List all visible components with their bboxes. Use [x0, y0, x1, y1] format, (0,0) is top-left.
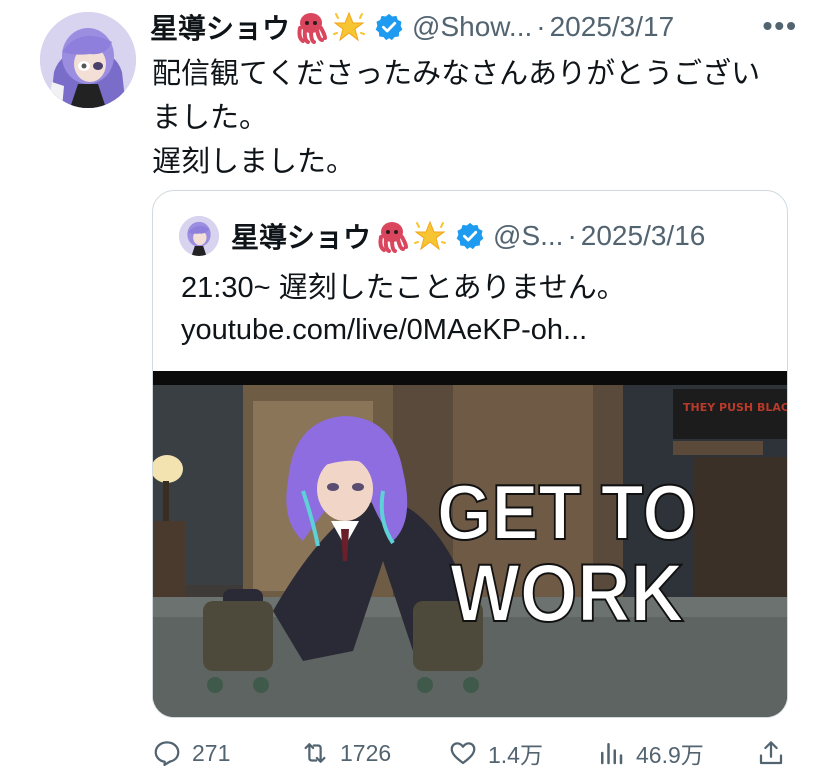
octopus-icon: [375, 219, 409, 253]
retweet-count: 1726: [340, 739, 392, 766]
like-button[interactable]: 1.4万: [448, 736, 543, 770]
quoted-tweet-card[interactable]: 星導ショウ @S... · 2025/3/16 21:30~ 遅刻したことありま…: [152, 190, 788, 718]
thumbnail-title-line-2: WORK: [450, 546, 684, 639]
view-count: 46.9万: [636, 742, 704, 768]
heart-icon: [450, 742, 476, 765]
tweet-header: 星導ショウ @Show... · 2025/3/17 •••: [150, 8, 798, 46]
author-name[interactable]: 星導ショウ: [150, 7, 290, 47]
reply-icon: [154, 741, 180, 766]
tweet-text-line: 配信観てくださったみなさんありがとうござい: [152, 58, 761, 90]
tweet-date[interactable]: 2025/3/17: [550, 11, 675, 43]
quoted-tweet-date: 2025/3/16: [580, 220, 706, 251]
poster-text: THEY PUSH BLACK: [683, 401, 788, 414]
tweet-text: 配信観てくださったみなさんありがとうござい ました。 遅刻しました。: [152, 52, 792, 184]
more-options-icon[interactable]: •••: [763, 10, 798, 42]
tweet-action-bar: 271 1726 1.4万 46.9万: [152, 730, 792, 776]
quoted-tweet-header: 星導ショウ @S... · 2025/3/16: [179, 215, 705, 257]
glowing-star-icon: [332, 10, 366, 44]
separator-dot: ·: [567, 220, 577, 251]
retweet-button[interactable]: 1726: [300, 738, 391, 768]
retweet-icon: [304, 743, 326, 763]
verified-badge-icon[interactable]: [374, 12, 404, 42]
views-button[interactable]: 46.9万: [596, 736, 704, 770]
reply-button[interactable]: 271: [152, 738, 230, 768]
quoted-author-name: 星導ショウ: [231, 222, 372, 253]
thumbnail-title-line-1: GET TO: [437, 469, 697, 556]
quoted-tweet-text: 21:30~ 遅刻したことありません。 youtube.com/live/0MA…: [181, 267, 626, 351]
quoted-link-text[interactable]: youtube.com/live/0MAeKP-oh...: [181, 309, 626, 351]
share-button[interactable]: [756, 738, 796, 768]
quoted-text-line: 21:30~ 遅刻したことありません。: [181, 272, 626, 304]
views-chart-icon: [601, 743, 623, 765]
quoted-author-handle: @S...: [493, 220, 564, 251]
video-thumbnail[interactable]: THEY PUSH BLACK GET TO WORK: [153, 371, 788, 717]
like-count: 1.4万: [488, 742, 543, 768]
glowing-star-icon: [413, 219, 447, 253]
share-icon: [759, 741, 783, 765]
author-handle[interactable]: @Show...: [412, 11, 532, 43]
reply-count: 271: [192, 739, 231, 766]
tweet-text-line: ました。: [152, 102, 269, 134]
octopus-icon: [294, 10, 328, 44]
tweet-text-line: 遅刻しました。: [152, 146, 356, 178]
author-avatar[interactable]: [40, 12, 136, 108]
quoted-author-avatar: [179, 216, 219, 256]
separator-dot: ·: [536, 11, 546, 42]
verified-badge-icon: [455, 221, 485, 251]
